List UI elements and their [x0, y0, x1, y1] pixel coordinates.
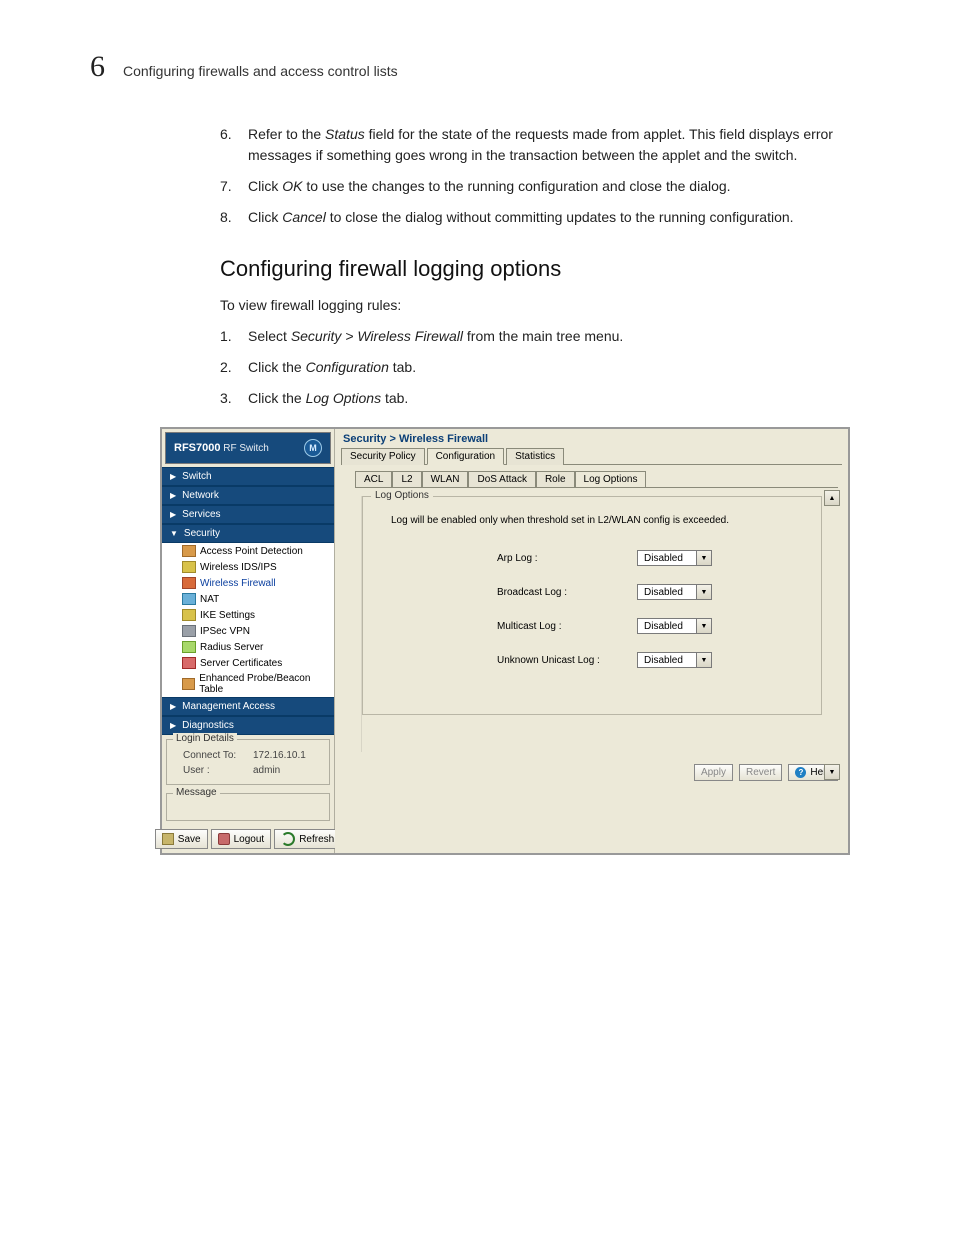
step-text: Refer to the Status field for the state … [248, 124, 884, 166]
broadcast-log-label: Broadcast Log : [497, 587, 637, 598]
steps-continued: 6. Refer to the Status field for the sta… [220, 124, 884, 228]
help-icon: ? [795, 767, 806, 778]
step-text: Click OK to use the changes to the runni… [248, 176, 731, 197]
chevron-down-icon: ▼ [697, 652, 712, 668]
page-header: 6 Configuring firewalls and access contr… [90, 50, 884, 84]
step-number: 2. [220, 357, 240, 378]
subtab-acl[interactable]: ACL [355, 471, 392, 487]
nav-item-server-certificates[interactable]: Server Certificates [162, 655, 334, 671]
app-screenshot: RFS7000 RF Switch M ▶Switch ▶Network ▶Se… [160, 427, 850, 855]
message-box: Message [166, 793, 330, 821]
refresh-icon [281, 832, 295, 846]
nav-header-security[interactable]: ▼Security [162, 524, 334, 543]
nav-item-radius-server[interactable]: Radius Server [162, 639, 334, 655]
save-icon [162, 833, 174, 845]
section-lead: To view firewall logging rules: [220, 295, 884, 316]
chevron-down-icon: ▼ [697, 584, 712, 600]
step-number: 1. [220, 326, 240, 347]
nav-item-ipsec-vpn[interactable]: IPSec VPN [162, 623, 334, 639]
log-options-hint: Log will be enabled only when threshold … [391, 515, 807, 526]
subtab-l2[interactable]: L2 [392, 471, 421, 487]
breadcrumb: Security > Wireless Firewall [335, 429, 848, 445]
refresh-button[interactable]: Refresh [274, 829, 341, 849]
arp-log-dropdown[interactable]: Disabled ▼ [637, 550, 712, 566]
main-tabs: Security Policy Configuration Statistics [341, 447, 842, 465]
broadcast-log-dropdown[interactable]: Disabled ▼ [637, 584, 712, 600]
log-options-fieldset: Log Options Log will be enabled only whe… [362, 496, 822, 715]
sub-tabs: ACL L2 WLAN DoS Attack Role Log Options [355, 471, 838, 487]
main-panel: Security > Wireless Firewall Security Po… [335, 429, 848, 853]
user-value: admin [253, 765, 280, 776]
chapter-number: 6 [90, 50, 105, 84]
user-label: User : [183, 765, 247, 776]
login-details-box: Login Details Connect To:172.16.10.1 Use… [166, 739, 330, 785]
chapter-title: Configuring firewalls and access control… [123, 63, 398, 79]
sidebar: RFS7000 RF Switch M ▶Switch ▶Network ▶Se… [162, 429, 335, 853]
brand-logo-icon: M [304, 439, 322, 457]
brand-sub: RF Switch [223, 443, 269, 454]
nav-header-management-access[interactable]: ▶Management Access [162, 697, 334, 716]
tab-statistics[interactable]: Statistics [506, 448, 564, 465]
subtab-log-options[interactable]: Log Options [575, 471, 647, 487]
apply-button[interactable]: Apply [694, 764, 733, 781]
subtab-role[interactable]: Role [536, 471, 575, 487]
step-number: 6. [220, 124, 240, 166]
nav-item-wireless-ids-ips[interactable]: Wireless IDS/IPS [162, 559, 334, 575]
arp-log-value: Disabled [637, 550, 697, 566]
multicast-log-value: Disabled [637, 618, 697, 634]
scroll-up-button[interactable]: ▲ [824, 490, 840, 506]
chevron-down-icon: ▼ [697, 618, 712, 634]
unknown-unicast-log-label: Unknown Unicast Log : [497, 655, 637, 666]
arp-log-label: Arp Log : [497, 553, 637, 564]
log-options-legend: Log Options [371, 490, 433, 501]
subtab-wlan[interactable]: WLAN [422, 471, 469, 487]
tab-configuration[interactable]: Configuration [427, 448, 504, 465]
multicast-log-dropdown[interactable]: Disabled ▼ [637, 618, 712, 634]
nav-item-ike-settings[interactable]: IKE Settings [162, 607, 334, 623]
unknown-unicast-log-value: Disabled [637, 652, 697, 668]
message-legend: Message [173, 787, 220, 798]
nav-header-switch[interactable]: ▶Switch [162, 467, 334, 486]
step-text: Select Security > Wireless Firewall from… [248, 326, 623, 347]
section-heading: Configuring firewall logging options [220, 252, 884, 285]
nav-item-nat[interactable]: NAT [162, 591, 334, 607]
subtab-dos-attack[interactable]: DoS Attack [468, 471, 535, 487]
step-text: Click the Configuration tab. [248, 357, 416, 378]
step-text: Click the Log Options tab. [248, 388, 408, 409]
logout-icon [218, 833, 230, 845]
brand-bar: RFS7000 RF Switch M [165, 432, 331, 464]
nav-header-services[interactable]: ▶Services [162, 505, 334, 524]
save-button[interactable]: Save [155, 829, 208, 849]
connect-to-value: 172.16.10.1 [253, 750, 306, 761]
revert-button[interactable]: Revert [739, 764, 782, 781]
chevron-down-icon: ▼ [697, 550, 712, 566]
nav-item-wireless-firewall[interactable]: Wireless Firewall [162, 575, 334, 591]
tab-security-policy[interactable]: Security Policy [341, 448, 425, 465]
step-text: Click Cancel to close the dialog without… [248, 207, 794, 228]
connect-to-label: Connect To: [183, 750, 247, 761]
unknown-unicast-log-dropdown[interactable]: Disabled ▼ [637, 652, 712, 668]
step-number: 3. [220, 388, 240, 409]
brand-main: RFS7000 [174, 442, 220, 454]
logout-button[interactable]: Logout [211, 829, 272, 849]
login-details-legend: Login Details [173, 733, 237, 744]
step-number: 8. [220, 207, 240, 228]
nav-header-network[interactable]: ▶Network [162, 486, 334, 505]
nav-item-access-point-detection[interactable]: Access Point Detection [162, 543, 334, 559]
steps-procedure: 1. Select Security > Wireless Firewall f… [220, 326, 884, 409]
step-number: 7. [220, 176, 240, 197]
broadcast-log-value: Disabled [637, 584, 697, 600]
nav-item-enhanced-probe-beacon[interactable]: Enhanced Probe/Beacon Table [162, 671, 334, 697]
scroll-down-button[interactable]: ▼ [824, 764, 840, 780]
multicast-log-label: Multicast Log : [497, 621, 637, 632]
